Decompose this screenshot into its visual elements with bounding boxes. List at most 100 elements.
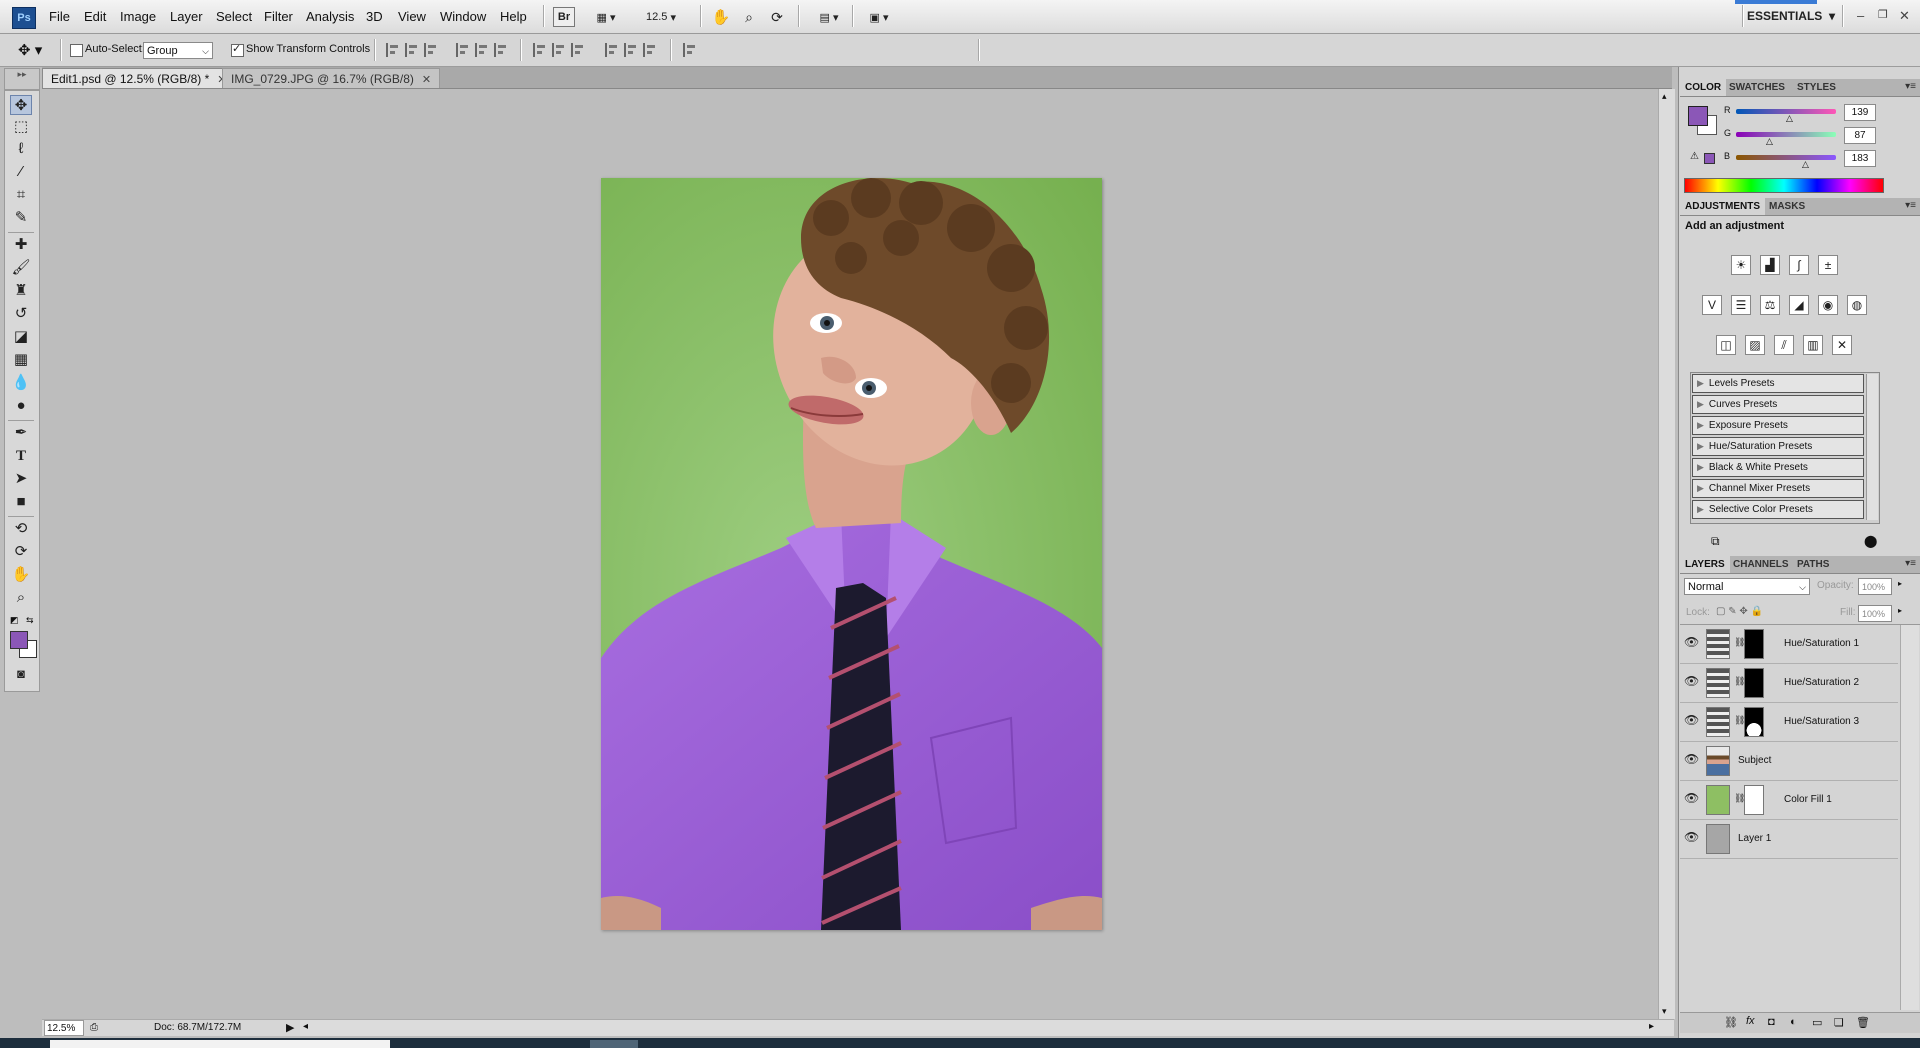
move-tool-icon[interactable]: ✥: [10, 95, 32, 115]
zoom-tool-icon[interactable]: ⌕: [738, 7, 760, 27]
gradient-map-icon[interactable]: ▥: [1803, 335, 1823, 355]
menu-view[interactable]: View: [398, 9, 426, 24]
crop-tool-icon[interactable]: ⌗: [10, 185, 32, 205]
color-spectrum-bar[interactable]: [1684, 178, 1884, 193]
distribute-bottom-icon[interactable]: [571, 43, 585, 57]
eyedropper-tool-icon[interactable]: ✎: [10, 208, 32, 228]
levels-icon[interactable]: ▟: [1760, 255, 1780, 275]
checkbox[interactable]: [231, 42, 244, 58]
close-icon[interactable]: ✕: [422, 74, 431, 86]
bridge-button[interactable]: Br: [553, 7, 575, 27]
history-brush-tool-icon[interactable]: ↺: [10, 304, 32, 324]
brightness-contrast-icon[interactable]: ☀: [1731, 255, 1751, 275]
preset-selective-color[interactable]: ▶ Selective Color Presets: [1692, 500, 1864, 519]
mask-thumbnail[interactable]: [1744, 785, 1764, 815]
menu-analysis[interactable]: Analysis: [306, 9, 354, 24]
3d-orbit-tool-icon[interactable]: ⟳: [10, 542, 32, 562]
tab-img-0729[interactable]: IMG_0729.JPG @ 16.7% (RGB/8) ✕: [222, 68, 441, 88]
opacity-arrow-icon[interactable]: ▸: [1898, 579, 1902, 588]
clip-to-layer-icon[interactable]: ⧉: [1711, 534, 1720, 549]
new-adjustment-layer-icon[interactable]: ◐: [1790, 1016, 1797, 1028]
color-balance-icon[interactable]: ⚖: [1760, 295, 1780, 315]
preset-black-white[interactable]: ▶ Black & White Presets: [1692, 458, 1864, 477]
visibility-eye-icon[interactable]: 👁: [1684, 674, 1699, 688]
g-value-field[interactable]: 87: [1844, 127, 1876, 144]
tab-masks[interactable]: MASKS: [1764, 198, 1810, 215]
lasso-tool-icon[interactable]: ℓ: [10, 139, 32, 159]
align-hcenter-icon[interactable]: [475, 43, 489, 57]
tab-paths[interactable]: PATHS: [1792, 556, 1834, 573]
distribute-hcenter-icon[interactable]: [624, 43, 638, 57]
taskbar-item[interactable]: [590, 1040, 638, 1048]
arrange-documents-button[interactable]: ▤ ▾: [810, 7, 848, 27]
fill-arrow-icon[interactable]: ▸: [1898, 606, 1902, 615]
type-tool-icon[interactable]: T: [10, 446, 32, 466]
curves-icon[interactable]: ∫: [1789, 255, 1809, 275]
opacity-field[interactable]: 100%: [1858, 578, 1892, 595]
auto-select-checkbox[interactable]: [70, 43, 83, 58]
show-transform-checkbox[interactable]: [231, 42, 244, 58]
checkbox[interactable]: [70, 44, 83, 58]
hand-tool-icon[interactable]: ✋: [10, 565, 32, 585]
channel-mixer-icon[interactable]: ◍: [1847, 295, 1867, 315]
align-top-icon[interactable]: [386, 43, 400, 57]
layers-scrollbar[interactable]: [1900, 625, 1919, 1010]
gradient-tool-icon[interactable]: ▦: [10, 350, 32, 370]
status-menu-arrow[interactable]: ▶: [286, 1020, 294, 1036]
threshold-icon[interactable]: ⫽: [1774, 335, 1794, 355]
visibility-eye-icon[interactable]: 👁: [1684, 791, 1699, 805]
blend-mode-dropdown[interactable]: Normal ⌵: [1684, 578, 1810, 595]
healing-brush-tool-icon[interactable]: ✚: [10, 235, 32, 255]
hue-saturation-icon[interactable]: ☰: [1731, 295, 1751, 315]
tab-channels[interactable]: CHANNELS: [1728, 556, 1794, 573]
swap-colors-icon[interactable]: ⇆: [26, 615, 34, 626]
mask-thumbnail[interactable]: [1744, 629, 1764, 659]
eraser-tool-icon[interactable]: ◪: [10, 327, 32, 347]
horizontal-scrollbar[interactable]: ◂ ▸: [300, 1019, 1674, 1036]
invert-icon[interactable]: ◫: [1716, 335, 1736, 355]
layer-row-color-fill[interactable]: 👁 ⛓ Color Fill 1: [1680, 781, 1898, 820]
preset-curves[interactable]: ▶ Curves Presets: [1692, 395, 1864, 414]
zoom-tool-icon[interactable]: ⌕: [10, 588, 32, 608]
toolbox-collapse-button[interactable]: ▸▸: [4, 68, 40, 90]
b-slider[interactable]: [1736, 155, 1836, 160]
scroll-left-icon[interactable]: ◂: [303, 1021, 308, 1032]
dodge-tool-icon[interactable]: ●: [10, 396, 32, 416]
mask-thumbnail[interactable]: [1744, 668, 1764, 698]
zoom-level-dropdown[interactable]: 12.5 ▾: [640, 7, 682, 27]
layer-row-hue-sat-1[interactable]: 👁 ⛓ Hue/Saturation 1: [1680, 625, 1898, 664]
new-layer-icon[interactable]: ❏: [1834, 1016, 1844, 1029]
exposure-icon[interactable]: ±: [1818, 255, 1838, 275]
taskbar-item[interactable]: [50, 1040, 390, 1048]
visibility-eye-icon[interactable]: 👁: [1684, 752, 1699, 766]
menu-select[interactable]: Select: [216, 9, 252, 24]
presets-scrollbar[interactable]: [1866, 374, 1878, 520]
new-group-icon[interactable]: ▭: [1812, 1016, 1822, 1029]
zoom-field[interactable]: 12.5%: [44, 1020, 84, 1036]
tab-color[interactable]: COLOR: [1680, 79, 1727, 96]
marquee-tool-icon[interactable]: ⬚: [10, 117, 32, 137]
quick-mask-icon[interactable]: ◙: [10, 664, 32, 684]
auto-align-icon[interactable]: [683, 43, 697, 57]
selective-color-icon[interactable]: ✕: [1832, 335, 1852, 355]
posterize-icon[interactable]: ▨: [1745, 335, 1765, 355]
default-colors-icon[interactable]: ◩: [10, 615, 19, 626]
r-value-field[interactable]: 139: [1844, 104, 1876, 121]
menu-file[interactable]: File: [49, 9, 70, 24]
path-selection-tool-icon[interactable]: ➤: [10, 469, 32, 489]
vertical-scrollbar[interactable]: ▴ ▾: [1658, 89, 1675, 1019]
close-icon[interactable]: ✕: [1899, 8, 1910, 24]
b-value-field[interactable]: 183: [1844, 150, 1876, 167]
scroll-up-icon[interactable]: ▴: [1662, 91, 1667, 102]
lock-icons[interactable]: ▢ ✎ ✥ 🔒: [1716, 606, 1763, 617]
quick-selection-tool-icon[interactable]: ⁄: [10, 162, 32, 182]
layer-style-icon[interactable]: fx: [1746, 1015, 1755, 1027]
screen-mode-button[interactable]: ▣ ▾: [860, 7, 898, 27]
g-slider[interactable]: [1736, 132, 1836, 137]
menu-filter[interactable]: Filter: [264, 9, 293, 24]
visibility-eye-icon[interactable]: 👁: [1684, 713, 1699, 727]
preset-exposure[interactable]: ▶ Exposure Presets: [1692, 416, 1864, 435]
foreground-color-swatch[interactable]: [10, 631, 28, 649]
auto-select-dropdown[interactable]: Group ⌵: [143, 42, 213, 59]
scroll-down-icon[interactable]: ▾: [1662, 1006, 1667, 1017]
